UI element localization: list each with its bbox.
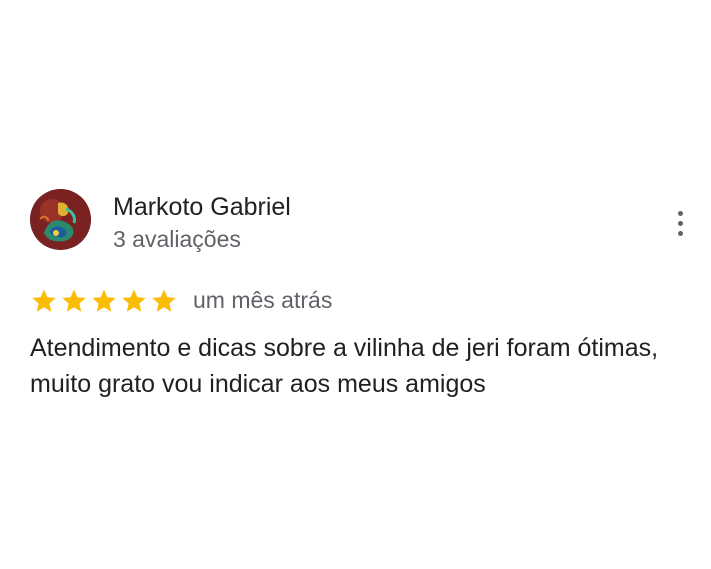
- avatar-image: [30, 189, 91, 250]
- review-text-line: muito grato vou indicar aos meus amigos: [30, 370, 486, 398]
- more-vert-icon-dot: [677, 230, 683, 236]
- star-icon: [92, 289, 116, 312]
- more-vert-icon: [677, 210, 683, 216]
- star-icon: [32, 289, 56, 312]
- author-name[interactable]: Markoto Gabriel: [113, 191, 291, 223]
- review-count: 3 avaliações: [113, 226, 241, 252]
- star-icon: [152, 289, 176, 312]
- review-date: um mês atrás: [193, 287, 333, 313]
- star-icon: [62, 289, 86, 312]
- star-rating: [30, 287, 178, 315]
- review-text-line: Atendimento e dicas sobre a vilinha de j…: [30, 334, 659, 362]
- more-vert-icon-dot: [677, 220, 683, 226]
- more-options-button[interactable]: [664, 206, 696, 240]
- avatar[interactable]: [30, 189, 91, 250]
- star-icon: [122, 289, 146, 312]
- review-card: Markoto Gabriel 3 avaliações um mês atrá…: [0, 0, 711, 569]
- review-text: Atendimento e dicas sobre a vilinha de j…: [30, 330, 700, 402]
